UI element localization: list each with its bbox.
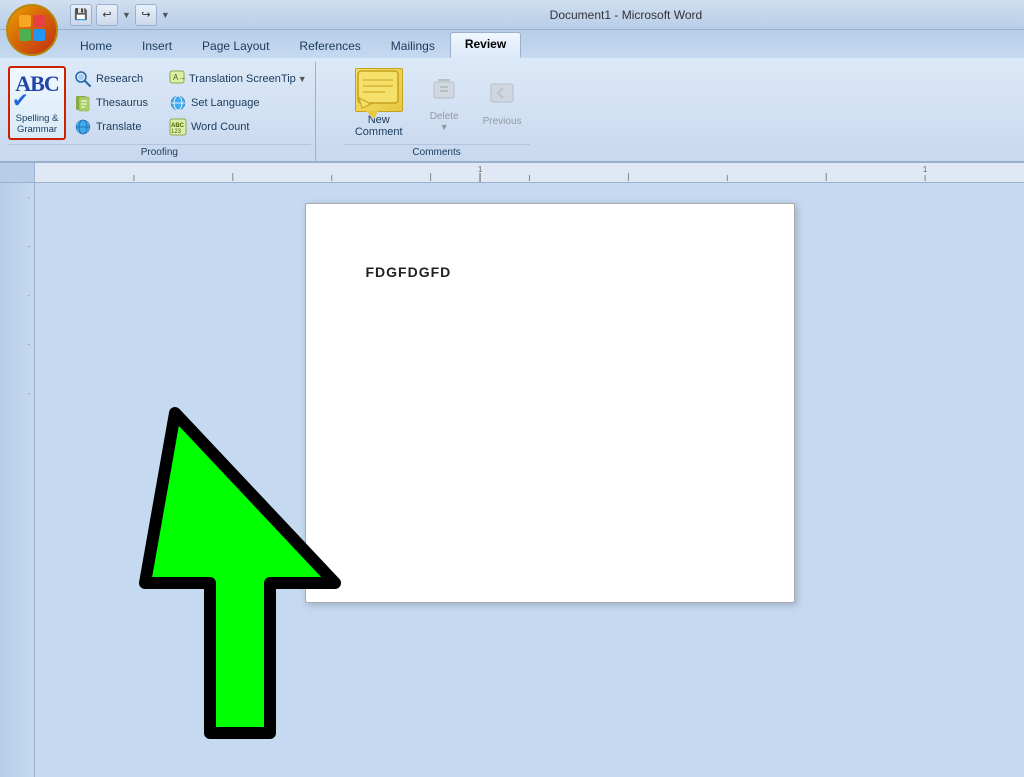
checkmark-icon: ✔	[12, 88, 29, 113]
document-content: FDGFDGFD	[366, 264, 734, 280]
new-comment-icon	[355, 68, 403, 112]
comments-group-label: Comments	[344, 144, 530, 161]
ruler-main: L 1 1	[35, 163, 1024, 182]
undo-button[interactable]: ↩	[96, 4, 118, 26]
translation-screentip-icon: A→	[169, 70, 187, 88]
thesaurus-label: Thesaurus	[96, 97, 148, 109]
proofing-group: ABC ✔ Spelling & Grammar	[4, 62, 316, 161]
translate-button[interactable]: Translate	[70, 116, 152, 138]
svg-text:1: 1	[478, 165, 483, 174]
delete-comment-button[interactable]: Delete ▼	[422, 72, 467, 134]
delete-label: Delete	[430, 111, 459, 122]
sidebar-left: - - - - -	[0, 183, 35, 777]
word-count-icon: ABC 123	[169, 118, 187, 136]
repeat-button[interactable]: ↪	[135, 4, 157, 26]
translate-label: Translate	[96, 121, 141, 133]
new-comment-button[interactable]: New Comment	[344, 64, 414, 142]
translation-screentip-button[interactable]: A→ Translation ScreenTip ▼	[165, 68, 311, 90]
document-area: FDGFDGFD	[35, 183, 1024, 777]
ruler-area: L 1 1	[0, 163, 1024, 183]
proofing-group-label: Proofing	[8, 144, 311, 161]
word-count-button[interactable]: ABC 123 Word Count	[165, 116, 311, 138]
word-count-label: Word Count	[191, 121, 250, 133]
previous-comment-button[interactable]: Previous	[475, 77, 530, 129]
research-icon	[74, 70, 92, 88]
tab-page-layout[interactable]: Page Layout	[187, 34, 284, 58]
tab-mailings[interactable]: Mailings	[376, 34, 450, 58]
document-title: Document1 - Microsoft Word	[176, 8, 1016, 22]
spelling-grammar-label: Spelling & Grammar	[16, 113, 59, 136]
tab-references[interactable]: References	[284, 34, 375, 58]
set-language-label: Set Language	[191, 97, 260, 109]
office-button[interactable]	[6, 4, 58, 56]
new-comment-label: New Comment	[355, 114, 403, 138]
main-area: - - - - - FDGFDGFD	[0, 183, 1024, 777]
translation-screentip-arrow: ▼	[298, 74, 307, 84]
research-button[interactable]: Research	[70, 68, 152, 90]
translate-icon	[74, 118, 92, 136]
proofing-right-buttons: A→ Translation ScreenTip ▼ Set Lang	[165, 68, 311, 138]
comments-content: New Comment Delete ▼	[344, 64, 530, 142]
office-logo	[17, 13, 47, 47]
svg-text:A→: A→	[173, 73, 186, 82]
research-label: Research	[96, 73, 143, 85]
spelling-grammar-button[interactable]: ABC ✔ Spelling & Grammar	[8, 66, 66, 141]
delete-arrow: ▼	[440, 122, 449, 132]
ruler-side	[0, 163, 35, 182]
proofing-small-buttons: Research Thesaurus	[70, 68, 152, 138]
ribbon-tab-row: Home Insert Page Layout References Maili…	[0, 30, 1024, 58]
thesaurus-button[interactable]: Thesaurus	[70, 92, 152, 114]
proofing-group-content: ABC ✔ Spelling & Grammar	[8, 64, 311, 142]
title-bar: 💾 ↩ ▼ ↪ ▼ Document1 - Microsoft Word	[0, 0, 1024, 30]
tab-insert[interactable]: Insert	[127, 34, 187, 58]
quick-access-toolbar: 💾 ↩ ▼ ↪ ▼	[70, 4, 170, 26]
ribbon-content: ABC ✔ Spelling & Grammar	[0, 58, 1024, 163]
previous-label: Previous	[483, 116, 522, 127]
save-button[interactable]: 💾	[70, 4, 92, 26]
set-language-button[interactable]: Set Language	[165, 92, 311, 114]
page-numbers: - - - - -	[27, 193, 30, 398]
svg-text:123: 123	[171, 129, 182, 135]
tab-home[interactable]: Home	[65, 34, 127, 58]
thesaurus-icon	[74, 94, 92, 112]
set-language-icon	[169, 94, 187, 112]
comments-group: New Comment Delete ▼	[336, 62, 538, 161]
svg-text:1: 1	[923, 165, 928, 174]
abc-check-icon: ABC ✔	[12, 71, 62, 111]
document-page[interactable]: FDGFDGFD	[305, 203, 795, 603]
delete-icon	[430, 74, 458, 109]
tab-review[interactable]: Review	[450, 32, 521, 58]
previous-icon	[488, 79, 516, 114]
translation-screentip-label: Translation ScreenTip	[189, 73, 296, 85]
